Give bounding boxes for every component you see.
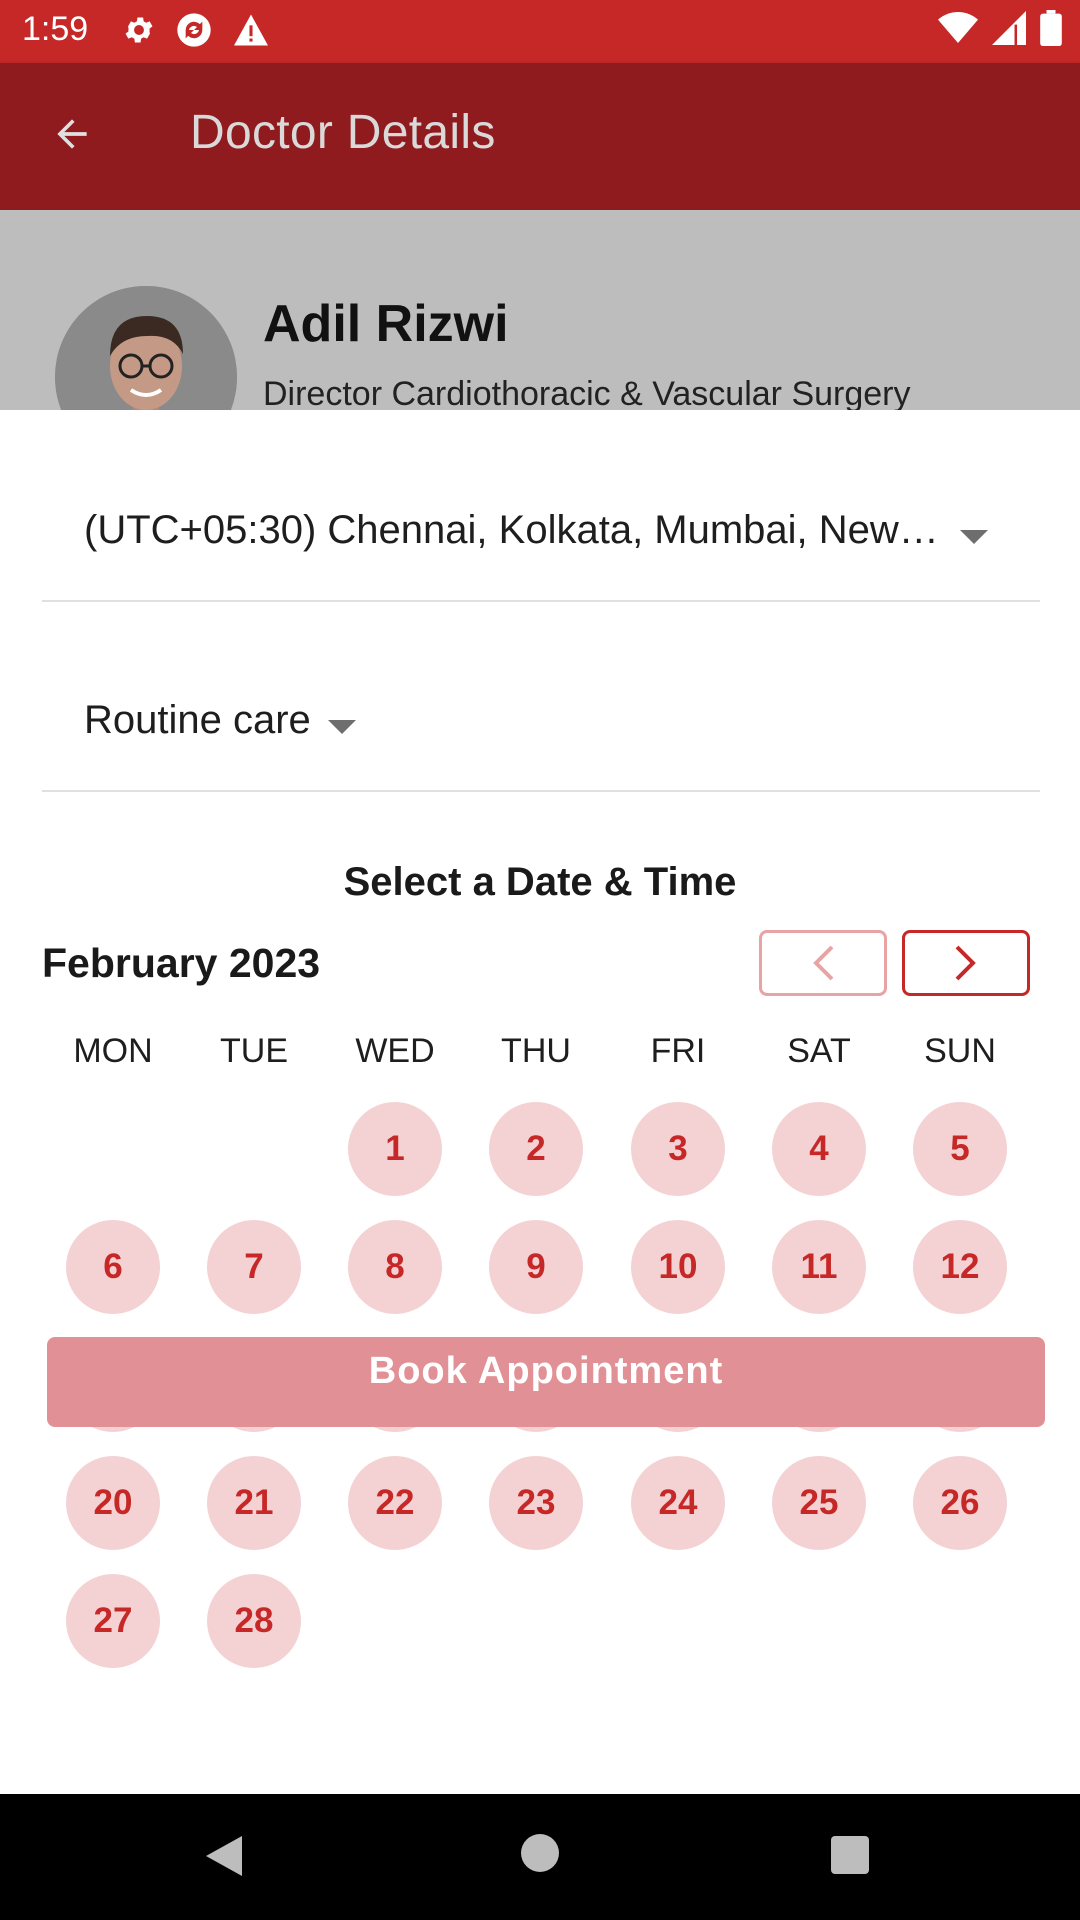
calendar-day[interactable]: 25 — [772, 1456, 866, 1550]
next-month-button[interactable] — [902, 930, 1030, 996]
calendar-day[interactable]: 9 — [489, 1220, 583, 1314]
calendar-day[interactable]: 21 — [207, 1456, 301, 1550]
visit-type-dropdown[interactable]: Routine care — [42, 600, 1040, 792]
status-icons-left — [122, 10, 270, 50]
doctor-name: Adil Rizwi — [263, 295, 509, 353]
calendar-day[interactable]: 4 — [772, 1102, 866, 1196]
calendar-day[interactable]: 23 — [489, 1456, 583, 1550]
calendar-day[interactable]: 3 — [631, 1102, 725, 1196]
calendar-day[interactable]: 26 — [913, 1456, 1007, 1550]
calendar-day[interactable]: 2 — [489, 1102, 583, 1196]
caret-down-icon — [328, 720, 356, 734]
status-bar: 1:59 — [0, 0, 1080, 63]
app-bar: Doctor Details — [0, 63, 1080, 210]
caret-down-icon — [960, 530, 988, 544]
book-appointment-button[interactable]: Book Appointment — [47, 1337, 1045, 1427]
battery-icon — [1040, 10, 1062, 46]
section-title: Select a Date & Time — [343, 860, 737, 904]
arrow-left-icon — [57, 119, 87, 149]
calendar-day[interactable]: 1 — [348, 1102, 442, 1196]
back-button[interactable] — [34, 103, 110, 165]
calendar-day[interactable]: 8 — [348, 1220, 442, 1314]
nav-recent-icon[interactable] — [831, 1836, 869, 1874]
signal-icon — [992, 11, 1026, 45]
nav-back-icon[interactable] — [204, 1834, 244, 1878]
calendar-day[interactable]: 5 — [913, 1102, 1007, 1196]
weekday-label: THU — [501, 1032, 571, 1070]
doctor-header: Adil Rizwi Director Cardiothoracic & Vas… — [0, 210, 1080, 410]
calendar-day[interactable]: 11 — [772, 1220, 866, 1314]
calendar-day[interactable]: 24 — [631, 1456, 725, 1550]
booking-sheet: (UTC+05:30) Chennai, Kolkata, Mumbai, Ne… — [0, 410, 1080, 1794]
avatar — [55, 286, 237, 410]
sync-icon — [177, 13, 211, 47]
calendar-day[interactable]: 10 — [631, 1220, 725, 1314]
status-time: 1:59 — [22, 10, 89, 48]
weekday-label: SUN — [924, 1032, 996, 1070]
doctor-title: Director Cardiothoracic & Vascular Surge… — [263, 375, 911, 410]
timezone-value: (UTC+05:30) Chennai, Kolkata, Mumbai, Ne… — [84, 508, 939, 552]
system-nav-bar — [0, 1794, 1080, 1920]
month-label: February 2023 — [42, 940, 321, 986]
calendar-day[interactable]: 28 — [207, 1574, 301, 1668]
page-title: Doctor Details — [190, 106, 496, 159]
nav-home-icon[interactable] — [521, 1834, 559, 1872]
chevron-right-icon — [955, 945, 976, 981]
weekday-label: FRI — [650, 1032, 706, 1070]
calendar-day[interactable]: 6 — [66, 1220, 160, 1314]
chevron-left-icon — [813, 945, 834, 981]
calendar-day[interactable]: 22 — [348, 1456, 442, 1550]
calendar-day[interactable]: 20 — [66, 1456, 160, 1550]
timezone-dropdown[interactable]: (UTC+05:30) Chennai, Kolkata, Mumbai, Ne… — [42, 410, 1040, 602]
visit-type-value: Routine care — [84, 698, 311, 742]
status-icons-right — [938, 10, 1062, 46]
weekday-label: TUE — [220, 1032, 288, 1070]
wifi-icon — [938, 12, 978, 43]
weekday-label: SAT — [787, 1032, 851, 1070]
calendar-day[interactable]: 27 — [66, 1574, 160, 1668]
weekday-label: WED — [355, 1032, 435, 1070]
prev-month-button[interactable] — [759, 930, 887, 996]
calendar-day[interactable]: 7 — [207, 1220, 301, 1314]
gear-icon — [125, 17, 153, 43]
weekday-label: MON — [73, 1032, 153, 1070]
calendar-day[interactable]: 12 — [913, 1220, 1007, 1314]
warning-icon — [234, 14, 268, 46]
